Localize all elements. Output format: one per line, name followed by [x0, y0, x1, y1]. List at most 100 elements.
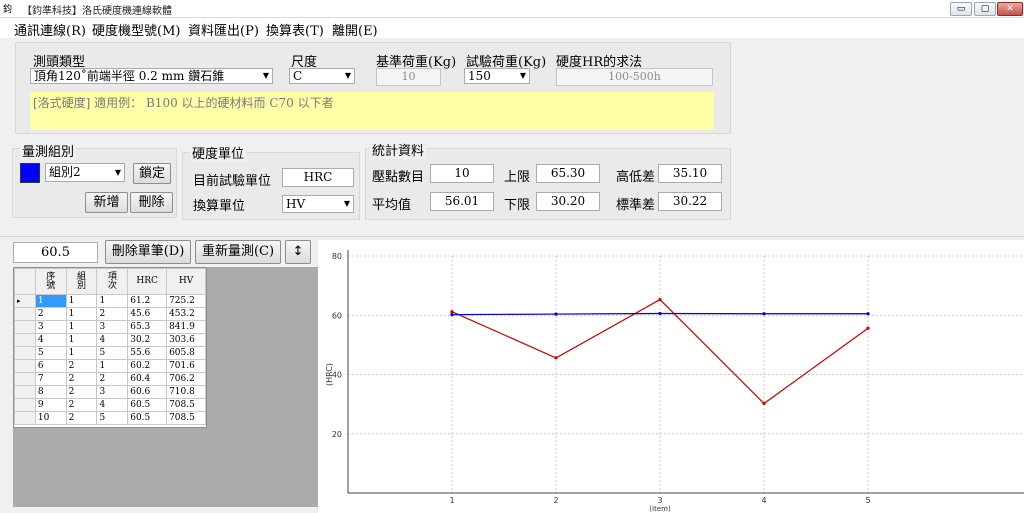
table-cell[interactable]: 10: [34, 411, 67, 425]
table-cell[interactable]: 60.5: [127, 411, 168, 425]
group-title: 量測組別: [20, 141, 77, 160]
table-cell[interactable]: 45.6: [127, 307, 168, 321]
row-header[interactable]: ▸: [14, 294, 36, 308]
col-header-seq[interactable]: 序 號: [34, 268, 67, 295]
test-load-select[interactable]: 150 ▼: [464, 68, 530, 84]
table-cell[interactable]: 2: [65, 385, 98, 399]
table-row[interactable]: ▸ 1 1 1 61.2 725.2: [14, 294, 206, 308]
mean-field: 56.01: [430, 192, 494, 211]
table-cell[interactable]: 708.5: [166, 411, 206, 425]
delete-single-button[interactable]: 刪除單筆(D): [105, 240, 191, 264]
table-cell[interactable]: 1: [65, 320, 98, 334]
table-cell[interactable]: 60.5: [127, 398, 168, 412]
table-cell[interactable]: 65.3: [127, 320, 168, 334]
table-cell[interactable]: 60.2: [127, 359, 168, 373]
data-table[interactable]: 序 號 組 別 項 次 HRC HV ▸ 1 1 1 61.2 725.2 2 1 2 45.6 4…: [13, 267, 207, 428]
table-row[interactable]: 3 1 3 65.3 841.9: [14, 320, 206, 334]
row-header[interactable]: [14, 398, 36, 412]
table-cell[interactable]: 2: [65, 359, 98, 373]
table-cell[interactable]: 55.6: [127, 346, 168, 360]
current-unit-field[interactable]: HRC: [282, 168, 354, 187]
table-cell[interactable]: 60.6: [127, 385, 168, 399]
minimize-icon[interactable]: ▭: [950, 2, 972, 16]
table-row[interactable]: 4 1 4 30.2 303.6: [14, 333, 206, 347]
table-cell[interactable]: 5: [34, 346, 67, 360]
add-group-button[interactable]: 新增: [85, 192, 128, 213]
col-header-hv[interactable]: HV: [166, 268, 206, 295]
table-cell[interactable]: 2: [96, 372, 129, 386]
row-header[interactable]: [14, 411, 36, 425]
table-cell[interactable]: 4: [96, 333, 129, 347]
close-icon[interactable]: ✕: [997, 2, 1023, 16]
table-cell[interactable]: 1: [65, 307, 98, 321]
row-header[interactable]: [14, 385, 36, 399]
table-cell[interactable]: 3: [34, 320, 67, 334]
scale-select[interactable]: C ▼: [289, 68, 355, 84]
table-cell[interactable]: 30.2: [127, 333, 168, 347]
table-cell[interactable]: 2: [96, 307, 129, 321]
group-color-swatch[interactable]: [20, 163, 40, 183]
table-row[interactable]: 7 2 2 60.4 706.2: [14, 372, 206, 386]
col-header-hrc[interactable]: HRC: [127, 268, 168, 295]
menu-export[interactable]: 資料匯出(P): [188, 20, 259, 39]
reading-field[interactable]: 60.5: [13, 242, 98, 263]
convert-unit-select[interactable]: HV ▼: [282, 195, 354, 213]
row-header[interactable]: [14, 307, 36, 321]
table-cell[interactable]: 3: [96, 385, 129, 399]
table-cell[interactable]: 2: [65, 411, 98, 425]
table-row[interactable]: 8 2 3 60.6 710.8: [14, 385, 206, 399]
row-header[interactable]: [14, 320, 36, 334]
table-cell[interactable]: 5: [96, 411, 129, 425]
table-cell[interactable]: 4: [34, 333, 67, 347]
table-cell[interactable]: 605.8: [166, 346, 206, 360]
table-row[interactable]: 5 1 5 55.6 605.8: [14, 346, 206, 360]
delete-group-button[interactable]: 刪除: [130, 192, 173, 213]
col-header-item[interactable]: 項 次: [96, 268, 129, 295]
table-cell[interactable]: 7: [34, 372, 67, 386]
row-header[interactable]: [14, 333, 36, 347]
menu-connect[interactable]: 通訊連線(R): [14, 20, 86, 39]
table-cell[interactable]: 706.2: [166, 372, 206, 386]
group-select[interactable]: 組別2 ▼: [45, 163, 125, 182]
table-cell[interactable]: 9: [34, 398, 67, 412]
table-cell[interactable]: 2: [65, 372, 98, 386]
table-cell[interactable]: 8: [34, 385, 67, 399]
maximize-icon[interactable]: ▢: [974, 2, 996, 16]
remeasure-button[interactable]: 重新量測(C): [195, 240, 281, 264]
table-cell[interactable]: 701.6: [166, 359, 206, 373]
table-cell[interactable]: 61.2: [127, 294, 168, 308]
table-cell[interactable]: 710.8: [166, 385, 206, 399]
probe-type-select[interactable]: 頂角120˚前端半徑 0.2 mm 鑽石錐 ▼: [30, 68, 273, 84]
table-cell[interactable]: 2: [65, 398, 98, 412]
table-cell[interactable]: 60.4: [127, 372, 168, 386]
table-cell[interactable]: 4: [96, 398, 129, 412]
row-header[interactable]: [14, 346, 36, 360]
table-row[interactable]: 10 2 5 60.5 708.5: [14, 411, 206, 425]
table-cell[interactable]: 453.2: [166, 307, 206, 321]
sort-button[interactable]: ↕: [285, 240, 311, 264]
table-cell[interactable]: 1: [65, 294, 98, 308]
table-cell[interactable]: 1: [65, 333, 98, 347]
table-cell[interactable]: 725.2: [166, 294, 206, 308]
table-cell[interactable]: 3: [96, 320, 129, 334]
col-header-group[interactable]: 組 別: [65, 268, 98, 295]
table-cell[interactable]: 1: [34, 294, 67, 308]
table-cell[interactable]: 708.5: [166, 398, 206, 412]
table-cell[interactable]: 5: [96, 346, 129, 360]
table-cell[interactable]: 2: [34, 307, 67, 321]
table-cell[interactable]: 1: [96, 359, 129, 373]
table-row[interactable]: 2 1 2 45.6 453.2: [14, 307, 206, 321]
menu-model[interactable]: 硬度機型號(M): [92, 20, 180, 39]
table-row[interactable]: 6 2 1 60.2 701.6: [14, 359, 206, 373]
table-cell[interactable]: 841.9: [166, 320, 206, 334]
menu-conversion-table[interactable]: 換算表(T): [266, 20, 324, 39]
table-cell[interactable]: 6: [34, 359, 67, 373]
table-cell[interactable]: 1: [96, 294, 129, 308]
row-header[interactable]: [14, 372, 36, 386]
table-row[interactable]: 9 2 4 60.5 708.5: [14, 398, 206, 412]
menu-exit[interactable]: 離開(E): [332, 20, 378, 39]
table-cell[interactable]: 1: [65, 346, 98, 360]
row-header[interactable]: [14, 359, 36, 373]
lock-button[interactable]: 鎖定: [133, 163, 171, 184]
table-cell[interactable]: 303.6: [166, 333, 206, 347]
